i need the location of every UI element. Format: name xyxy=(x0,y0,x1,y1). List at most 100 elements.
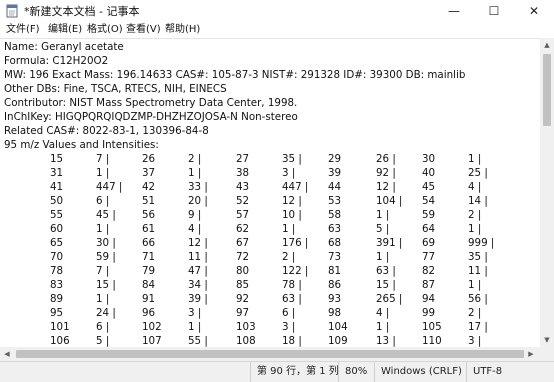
mz-value: 86 xyxy=(328,279,342,291)
intensity-value: 1 | xyxy=(376,251,390,263)
intensity-value: 20 | xyxy=(188,195,208,207)
intensity-value: 56 | xyxy=(468,293,488,305)
intensity-value: 2 | xyxy=(468,307,482,319)
intensity-value: 15 | xyxy=(96,279,116,291)
mz-value: 110 xyxy=(422,335,442,347)
intensity-value: 122 | xyxy=(282,265,309,277)
mz-value: 31 xyxy=(50,167,64,179)
menu-file[interactable]: 文件(F) xyxy=(6,22,40,38)
mz-value: 59 xyxy=(422,209,436,221)
intensity-value: 1 | xyxy=(468,279,482,291)
scroll-left-icon[interactable]: ◀ xyxy=(2,350,12,358)
mz-value: 84 xyxy=(142,279,156,291)
intensity-value: 12 | xyxy=(376,181,396,193)
intensity-value: 1 | xyxy=(282,223,296,235)
intensity-value: 2 | xyxy=(468,209,482,221)
intensity-value: 1 | xyxy=(468,153,482,165)
mz-value: 107 xyxy=(142,335,162,347)
horizontal-scroll-thumb[interactable] xyxy=(16,350,524,358)
intensity-value: 176 | xyxy=(282,237,309,249)
intensity-value: 3 | xyxy=(188,307,202,319)
intensity-value: 1 | xyxy=(468,223,482,235)
intensity-value: 15 | xyxy=(376,279,396,291)
mz-value: 67 xyxy=(236,237,250,249)
mz-value: 41 xyxy=(50,181,64,193)
menu-help[interactable]: 帮助(H) xyxy=(165,22,200,38)
text-line: MW: 196 Exact Mass: 196.14633 CAS#: 105-… xyxy=(4,69,466,81)
intensity-value: 11 | xyxy=(188,251,208,263)
intensity-value: 12 | xyxy=(282,195,302,207)
mz-value: 40 xyxy=(422,167,436,179)
mz-value: 57 xyxy=(236,209,250,221)
intensity-value: 1 | xyxy=(96,293,110,305)
horizontal-scrollbar[interactable]: ◀ ▶ xyxy=(0,347,540,361)
intensity-value: 999 | xyxy=(468,237,495,249)
text-editor[interactable]: Name: Geranyl acetate Formula: C12H20O2 … xyxy=(0,38,540,348)
mz-value: 89 xyxy=(50,293,64,305)
intensity-value: 4 | xyxy=(468,181,482,193)
intensity-value: 1 | xyxy=(96,167,110,179)
title-bar: *新建文本文档 - 记事本 — ☐ ✕ xyxy=(0,0,554,22)
vertical-scrollbar[interactable]: ▲ ▼ xyxy=(540,38,554,347)
mz-value: 71 xyxy=(142,251,156,263)
intensity-value: 447 | xyxy=(96,181,123,193)
mz-value: 55 xyxy=(50,209,64,221)
intensity-value: 33 | xyxy=(188,181,208,193)
mz-value: 52 xyxy=(236,195,250,207)
scroll-up-icon[interactable]: ▲ xyxy=(540,41,554,49)
vertical-scroll-thumb[interactable] xyxy=(543,54,551,126)
text-line: Name: Geranyl acetate xyxy=(4,41,124,53)
scroll-right-icon[interactable]: ▶ xyxy=(526,350,536,358)
mz-value: 92 xyxy=(236,293,250,305)
mz-value: 63 xyxy=(328,223,342,235)
intensity-value: 59 | xyxy=(96,251,116,263)
mz-value: 105 xyxy=(422,321,442,333)
mz-value: 43 xyxy=(236,181,250,193)
mz-value: 15 xyxy=(50,153,64,165)
mz-value: 27 xyxy=(236,153,250,165)
mz-value: 72 xyxy=(236,251,250,263)
mz-value: 60 xyxy=(50,223,64,235)
intensity-value: 4 | xyxy=(376,307,390,319)
mz-value: 97 xyxy=(236,307,250,319)
mz-value: 61 xyxy=(142,223,156,235)
mz-value: 50 xyxy=(50,195,64,207)
intensity-value: 7 | xyxy=(96,153,110,165)
intensity-value: 1 | xyxy=(376,321,390,333)
intensity-value: 3 | xyxy=(468,335,482,347)
mz-value: 101 xyxy=(50,321,70,333)
minimize-button[interactable]: — xyxy=(434,0,474,22)
mz-value: 98 xyxy=(328,307,342,319)
mz-value: 37 xyxy=(142,167,156,179)
close-button[interactable]: ✕ xyxy=(514,0,554,22)
scroll-down-icon[interactable]: ▼ xyxy=(540,336,554,344)
mz-value: 58 xyxy=(328,209,342,221)
intensity-value: 25 | xyxy=(468,167,488,179)
mz-value: 104 xyxy=(328,321,348,333)
mz-value: 82 xyxy=(422,265,436,277)
intensity-value: 2 | xyxy=(282,251,296,263)
menu-format[interactable]: 格式(O) xyxy=(87,22,123,38)
mz-value: 79 xyxy=(142,265,156,277)
intensity-value: 92 | xyxy=(376,167,396,179)
mz-value: 62 xyxy=(236,223,250,235)
maximize-button[interactable]: ☐ xyxy=(474,0,514,22)
intensity-value: 6 | xyxy=(96,195,110,207)
intensity-value: 9 | xyxy=(188,209,202,221)
intensity-value: 5 | xyxy=(376,223,390,235)
encoding: UTF-8 xyxy=(466,362,502,382)
mz-value: 102 xyxy=(142,321,162,333)
mz-value: 53 xyxy=(328,195,342,207)
intensity-value: 30 | xyxy=(96,237,116,249)
intensity-value: 1 | xyxy=(96,223,110,235)
menu-edit[interactable]: 编辑(E) xyxy=(48,22,82,38)
intensity-value: 45 | xyxy=(96,209,116,221)
intensity-value: 14 | xyxy=(468,195,488,207)
menu-view[interactable]: 查看(V) xyxy=(126,22,161,38)
mz-value: 45 xyxy=(422,181,436,193)
mz-value: 77 xyxy=(422,251,436,263)
intensity-value: 10 | xyxy=(282,209,302,221)
mz-value: 26 xyxy=(142,153,156,165)
mz-value: 39 xyxy=(328,167,342,179)
mz-value: 78 xyxy=(50,265,64,277)
